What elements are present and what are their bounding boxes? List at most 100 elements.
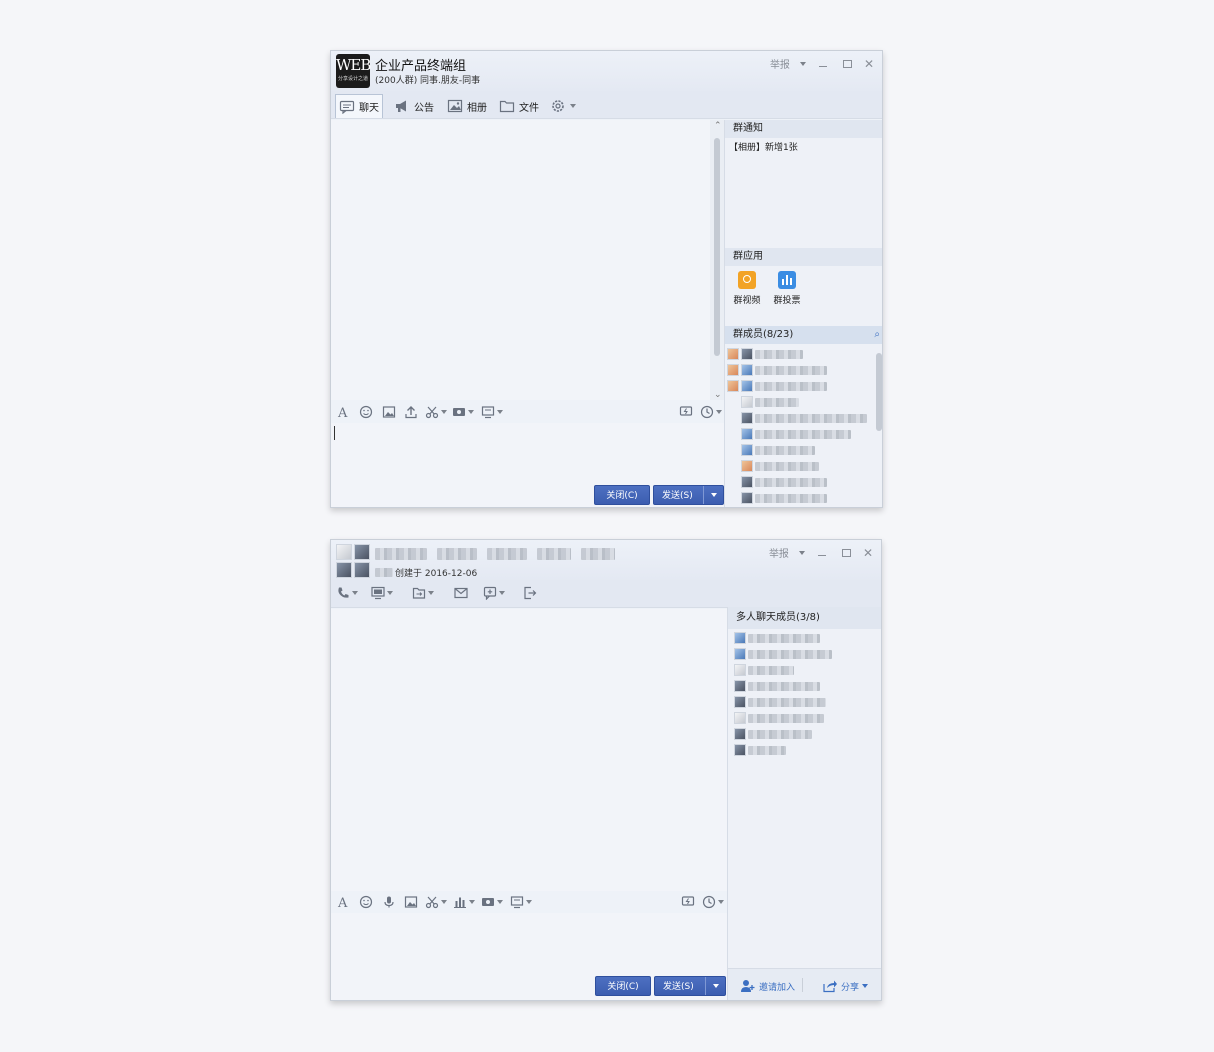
maximize-icon[interactable] [840,58,854,70]
member-item[interactable] [734,711,824,725]
chat-name-blurred[interactable] [375,548,615,560]
tab-chat[interactable]: 聊天 [335,94,383,118]
group-vote-icon [778,271,796,289]
member-name-blurred [755,445,815,455]
send-options-dropdown[interactable] [705,977,725,995]
maximize-icon[interactable] [839,547,853,559]
member-item[interactable] [741,443,815,457]
send-options-dropdown[interactable] [703,486,723,504]
close-button[interactable]: 关闭(C) [594,485,650,505]
group-info: (200人群) 同事.朋友-同事 [375,76,481,86]
close-button[interactable]: 关闭(C) [595,976,651,996]
minimize-icon[interactable] [815,547,829,559]
action-bar [331,580,881,608]
member-name-blurred [748,665,794,675]
member-item[interactable] [734,727,812,741]
screenshot-scissors-icon[interactable] [425,894,447,910]
creator-blurred [375,568,393,577]
member-item[interactable] [727,363,827,377]
tab-album[interactable]: 相册 [444,94,490,118]
group-avatar[interactable]: WEB 分享设计之道 [336,54,371,88]
history-clock-icon[interactable] [700,404,722,420]
members-header: 多人聊天成员(3/8) [728,607,881,629]
message-history[interactable] [331,609,727,891]
member-item[interactable] [741,411,867,425]
font-icon[interactable]: A [337,404,351,420]
member-item[interactable] [734,695,826,709]
report-dropdown-icon[interactable] [799,61,806,66]
member-scrollbar[interactable] [876,353,882,431]
avatar [734,632,746,644]
member-name-blurred [755,349,803,359]
report-link[interactable]: 举报 [770,56,790,71]
emoji-icon[interactable] [359,894,373,910]
member-item[interactable] [734,743,786,757]
member-item[interactable] [727,347,803,361]
invite-button[interactable]: 邀请加入 [740,979,795,993]
member-item[interactable] [734,679,820,693]
member-item[interactable] [727,379,827,393]
upload-icon[interactable] [404,404,418,420]
tab-files[interactable]: 文件 [496,94,542,118]
folder-icon [499,99,515,113]
screenshot-scissors-icon[interactable] [425,404,447,420]
settings-menu[interactable] [547,94,579,118]
red-packet-icon[interactable] [452,404,474,420]
member-item[interactable] [734,631,820,645]
send-file-icon[interactable] [412,585,434,601]
font-icon[interactable]: A [337,894,351,910]
group-video-app[interactable]: 群视频 [729,271,765,306]
name-blur [437,548,477,560]
members-header: 群成员(8/23) ⌕ [725,326,882,344]
member-item[interactable] [741,491,827,505]
screen-share-icon[interactable] [371,585,393,601]
report-link[interactable]: 举报 [769,545,789,560]
avatar [354,544,370,560]
send-button[interactable]: 发送(S) [654,976,726,996]
member-item[interactable] [741,475,827,489]
voice-call-icon[interactable] [336,585,358,601]
history-clock-icon[interactable] [702,894,724,910]
tab-announcement-label: 公告 [414,102,434,114]
leave-chat-icon[interactable] [523,585,537,601]
svg-text:A: A [337,896,348,909]
message-scroll-track[interactable]: ⌃ ⌄ [710,120,724,400]
report-dropdown-icon[interactable] [798,550,805,555]
group-name[interactable]: 企业产品终端组 [375,55,466,74]
close-icon[interactable]: ✕ [863,547,873,559]
mail-icon[interactable] [454,585,468,601]
member-item[interactable] [741,459,819,473]
member-search-icon[interactable]: ⌕ [874,326,880,344]
apps-header: 群应用 [725,248,882,266]
microphone-icon[interactable] [382,894,396,910]
quick-reply-icon[interactable] [681,894,695,910]
minimize-icon[interactable] [816,58,830,70]
screen-share-icon[interactable] [510,894,532,910]
message-history[interactable]: ⌃ ⌄ [331,120,724,400]
member-name-blurred [755,365,827,375]
red-packet-icon[interactable] [481,894,503,910]
member-item[interactable] [734,663,794,677]
member-item[interactable] [741,427,851,441]
chat-group-avatar[interactable] [336,544,370,578]
scroll-down-icon[interactable]: ⌄ [714,390,722,400]
screen-share-icon[interactable] [481,404,503,420]
scroll-up-icon[interactable]: ⌃ [714,121,722,131]
poll-chart-icon[interactable] [453,894,475,910]
share-button[interactable]: 分享 [822,979,869,993]
send-button[interactable]: 发送(S) [653,485,724,505]
member-item[interactable] [741,395,799,409]
member-name-blurred [748,713,824,723]
notice-item[interactable]: 【相册】新增1张 [729,140,798,153]
tab-files-label: 文件 [519,102,539,114]
group-vote-app[interactable]: 群投票 [769,271,805,306]
emoji-icon[interactable] [359,404,373,420]
close-icon[interactable]: ✕ [864,58,874,70]
tab-announcement[interactable]: 公告 [391,94,437,118]
member-item[interactable] [734,647,832,661]
add-app-icon[interactable] [483,585,505,601]
message-scrollbar[interactable] [714,138,720,356]
quick-reply-icon[interactable] [679,404,693,420]
image-icon[interactable] [382,404,396,420]
image-icon[interactable] [404,894,418,910]
